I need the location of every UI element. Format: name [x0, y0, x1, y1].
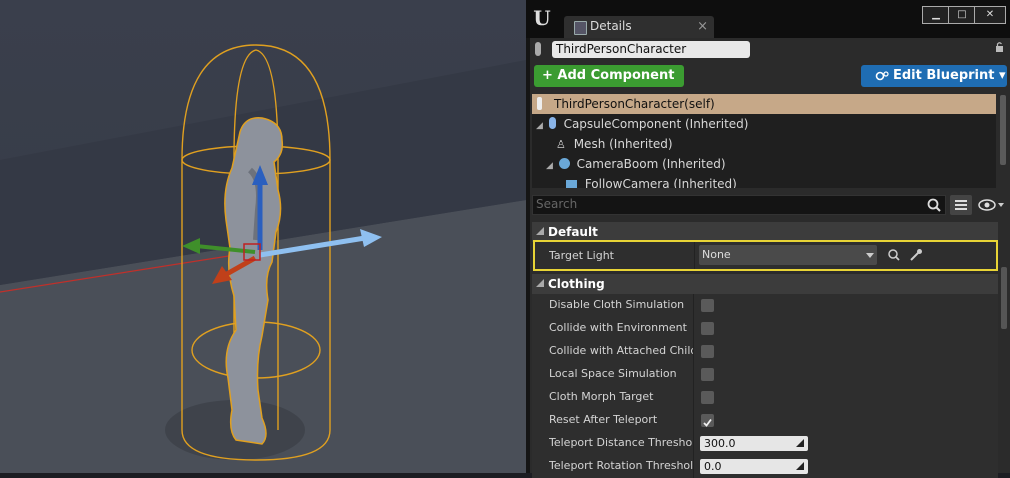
edit-blueprint-label: Edit Blueprint ▾	[893, 68, 1006, 83]
details-scrollbar[interactable]	[1001, 267, 1007, 329]
spring-arm-icon	[558, 158, 570, 169]
column-divider	[693, 432, 694, 455]
row-collide-with-attached-children: Collide with Attached Childre	[532, 340, 998, 363]
local-space-simulation-checkbox[interactable]	[701, 368, 714, 381]
row-label: Target Light	[549, 249, 614, 262]
category-label: Clothing	[548, 277, 605, 291]
category-clothing[interactable]: Clothing	[532, 274, 998, 294]
row-local-space-simulation: Local Space Simulation	[532, 363, 998, 386]
details-icon	[574, 21, 587, 35]
tree-item-capsule[interactable]: ◢ CapsuleComponent (Inherited)	[536, 114, 748, 134]
row-teleport-rotation-threshold: Teleport Rotation Threshold 0.0	[532, 455, 998, 478]
property-matrix-button[interactable]	[950, 195, 972, 215]
collapse-arrow-icon: ◢	[536, 121, 543, 131]
tab-details[interactable]: Details ×	[564, 16, 714, 38]
row-label: Local Space Simulation	[549, 367, 677, 380]
checkmark-icon	[703, 418, 712, 427]
collapse-arrow-icon: ◢	[546, 161, 553, 171]
actor-icon	[535, 42, 541, 56]
column-divider	[693, 455, 694, 478]
category-label: Default	[548, 225, 598, 239]
row-label: Collide with Environment	[549, 321, 687, 334]
tab-label: Details	[590, 19, 632, 33]
tree-item-self[interactable]: ThirdPersonCharacter(self)	[532, 94, 996, 114]
blueprint-gears-icon	[875, 71, 889, 81]
actor-icon	[537, 97, 542, 110]
row-reset-after-teleport: Reset After Teleport	[532, 409, 998, 432]
field-value: 300.0	[704, 437, 736, 450]
tree-scrollbar[interactable]	[1000, 95, 1006, 165]
row-collide-with-environment: Collide with Environment	[532, 317, 998, 340]
column-divider	[693, 340, 694, 363]
target-light-value: None	[702, 248, 731, 261]
tree-item-label: CameraBoom (Inherited)	[576, 157, 726, 171]
search-icon	[927, 198, 941, 212]
search-placeholder: Search	[536, 197, 578, 211]
resize-grip-icon	[796, 462, 804, 470]
browse-search-icon[interactable]	[887, 248, 901, 262]
row-target-light: Target Light None	[533, 240, 998, 271]
unreal-logo-icon: U	[533, 6, 551, 30]
level-viewport[interactable]	[0, 0, 526, 473]
category-default[interactable]: Default	[532, 222, 998, 242]
details-search-input[interactable]: Search	[532, 195, 946, 215]
column-divider	[693, 317, 694, 340]
tree-item-followcamera[interactable]: FollowCamera (Inherited)	[566, 174, 737, 188]
lock-icon[interactable]	[995, 41, 1004, 53]
collapse-arrow-icon	[536, 227, 544, 235]
tab-close-icon[interactable]: ×	[697, 19, 708, 34]
minimize-button[interactable]: ▁	[922, 6, 950, 24]
row-disable-cloth-simulation: Disable Cloth Simulation	[532, 294, 998, 317]
reset-after-teleport-checkbox[interactable]	[701, 414, 714, 427]
row-label: Disable Cloth Simulation	[549, 298, 685, 311]
tree-item-label: Mesh (Inherited)	[573, 137, 673, 151]
row-label: Collide with Attached Childre	[549, 344, 693, 357]
add-component-button[interactable]: + Add Component ▾	[534, 65, 684, 105]
close-window-button[interactable]: ✕	[974, 6, 1006, 24]
row-label: Teleport Rotation Threshold	[549, 459, 693, 472]
collide-with-attached-children-checkbox[interactable]	[701, 345, 714, 358]
teleport-distance-threshold-field[interactable]: 300.0	[700, 436, 808, 451]
tree-item-label: CapsuleComponent (Inherited)	[563, 117, 749, 131]
target-light-dropdown[interactable]: None	[699, 245, 877, 265]
viewport-scene	[0, 44, 526, 473]
disable-cloth-simulation-checkbox[interactable]	[701, 299, 714, 312]
collapse-arrow-icon	[536, 279, 544, 287]
column-divider	[693, 294, 694, 317]
row-label: Teleport Distance Threshold	[549, 436, 693, 449]
tree-item-label: FollowCamera (Inherited)	[584, 177, 737, 188]
chevron-down-icon	[866, 253, 874, 258]
column-divider	[693, 409, 694, 432]
tree-item-label: ThirdPersonCharacter(self)	[554, 97, 715, 111]
tree-item-cameraboom[interactable]: ◢ CameraBoom (Inherited)	[546, 154, 726, 174]
row-cloth-morph-target: Cloth Morph Target	[532, 386, 998, 409]
view-options-button[interactable]	[976, 195, 1006, 215]
details-body: ThirdPersonCharacter + Add Component ▾ E…	[530, 38, 1010, 478]
actor-name-field[interactable]: ThirdPersonCharacter	[552, 41, 750, 58]
maximize-button[interactable]: □	[948, 6, 976, 24]
field-value: 0.0	[704, 460, 722, 473]
column-divider	[694, 242, 695, 269]
row-label: Cloth Morph Target	[549, 390, 654, 403]
component-tree: ThirdPersonCharacter(self) ◢ CapsuleComp…	[532, 94, 996, 188]
row-label: Reset After Teleport	[549, 413, 658, 426]
details-panel: U Details × ▁ □ ✕ ThirdPersonCharacter +…	[526, 0, 1010, 478]
row-teleport-distance-threshold: Teleport Distance Threshold 300.0	[532, 432, 998, 455]
eye-icon	[978, 199, 1004, 211]
camera-icon	[566, 180, 577, 188]
column-divider	[693, 386, 694, 409]
eyedropper-icon[interactable]	[909, 248, 923, 262]
capsule-icon	[548, 117, 556, 129]
tab-strip: U Details × ▁ □ ✕	[526, 0, 1010, 38]
skeletal-mesh-icon: ♙	[556, 138, 566, 151]
resize-grip-icon	[796, 439, 804, 447]
column-divider	[693, 363, 694, 386]
edit-blueprint-button[interactable]: Edit Blueprint ▾	[861, 65, 1007, 87]
cloth-morph-target-checkbox[interactable]	[701, 391, 714, 404]
tree-item-mesh[interactable]: ♙ Mesh (Inherited)	[556, 134, 673, 154]
teleport-rotation-threshold-field[interactable]: 0.0	[700, 459, 808, 474]
collide-with-environment-checkbox[interactable]	[701, 322, 714, 335]
list-view-icon	[955, 200, 967, 210]
